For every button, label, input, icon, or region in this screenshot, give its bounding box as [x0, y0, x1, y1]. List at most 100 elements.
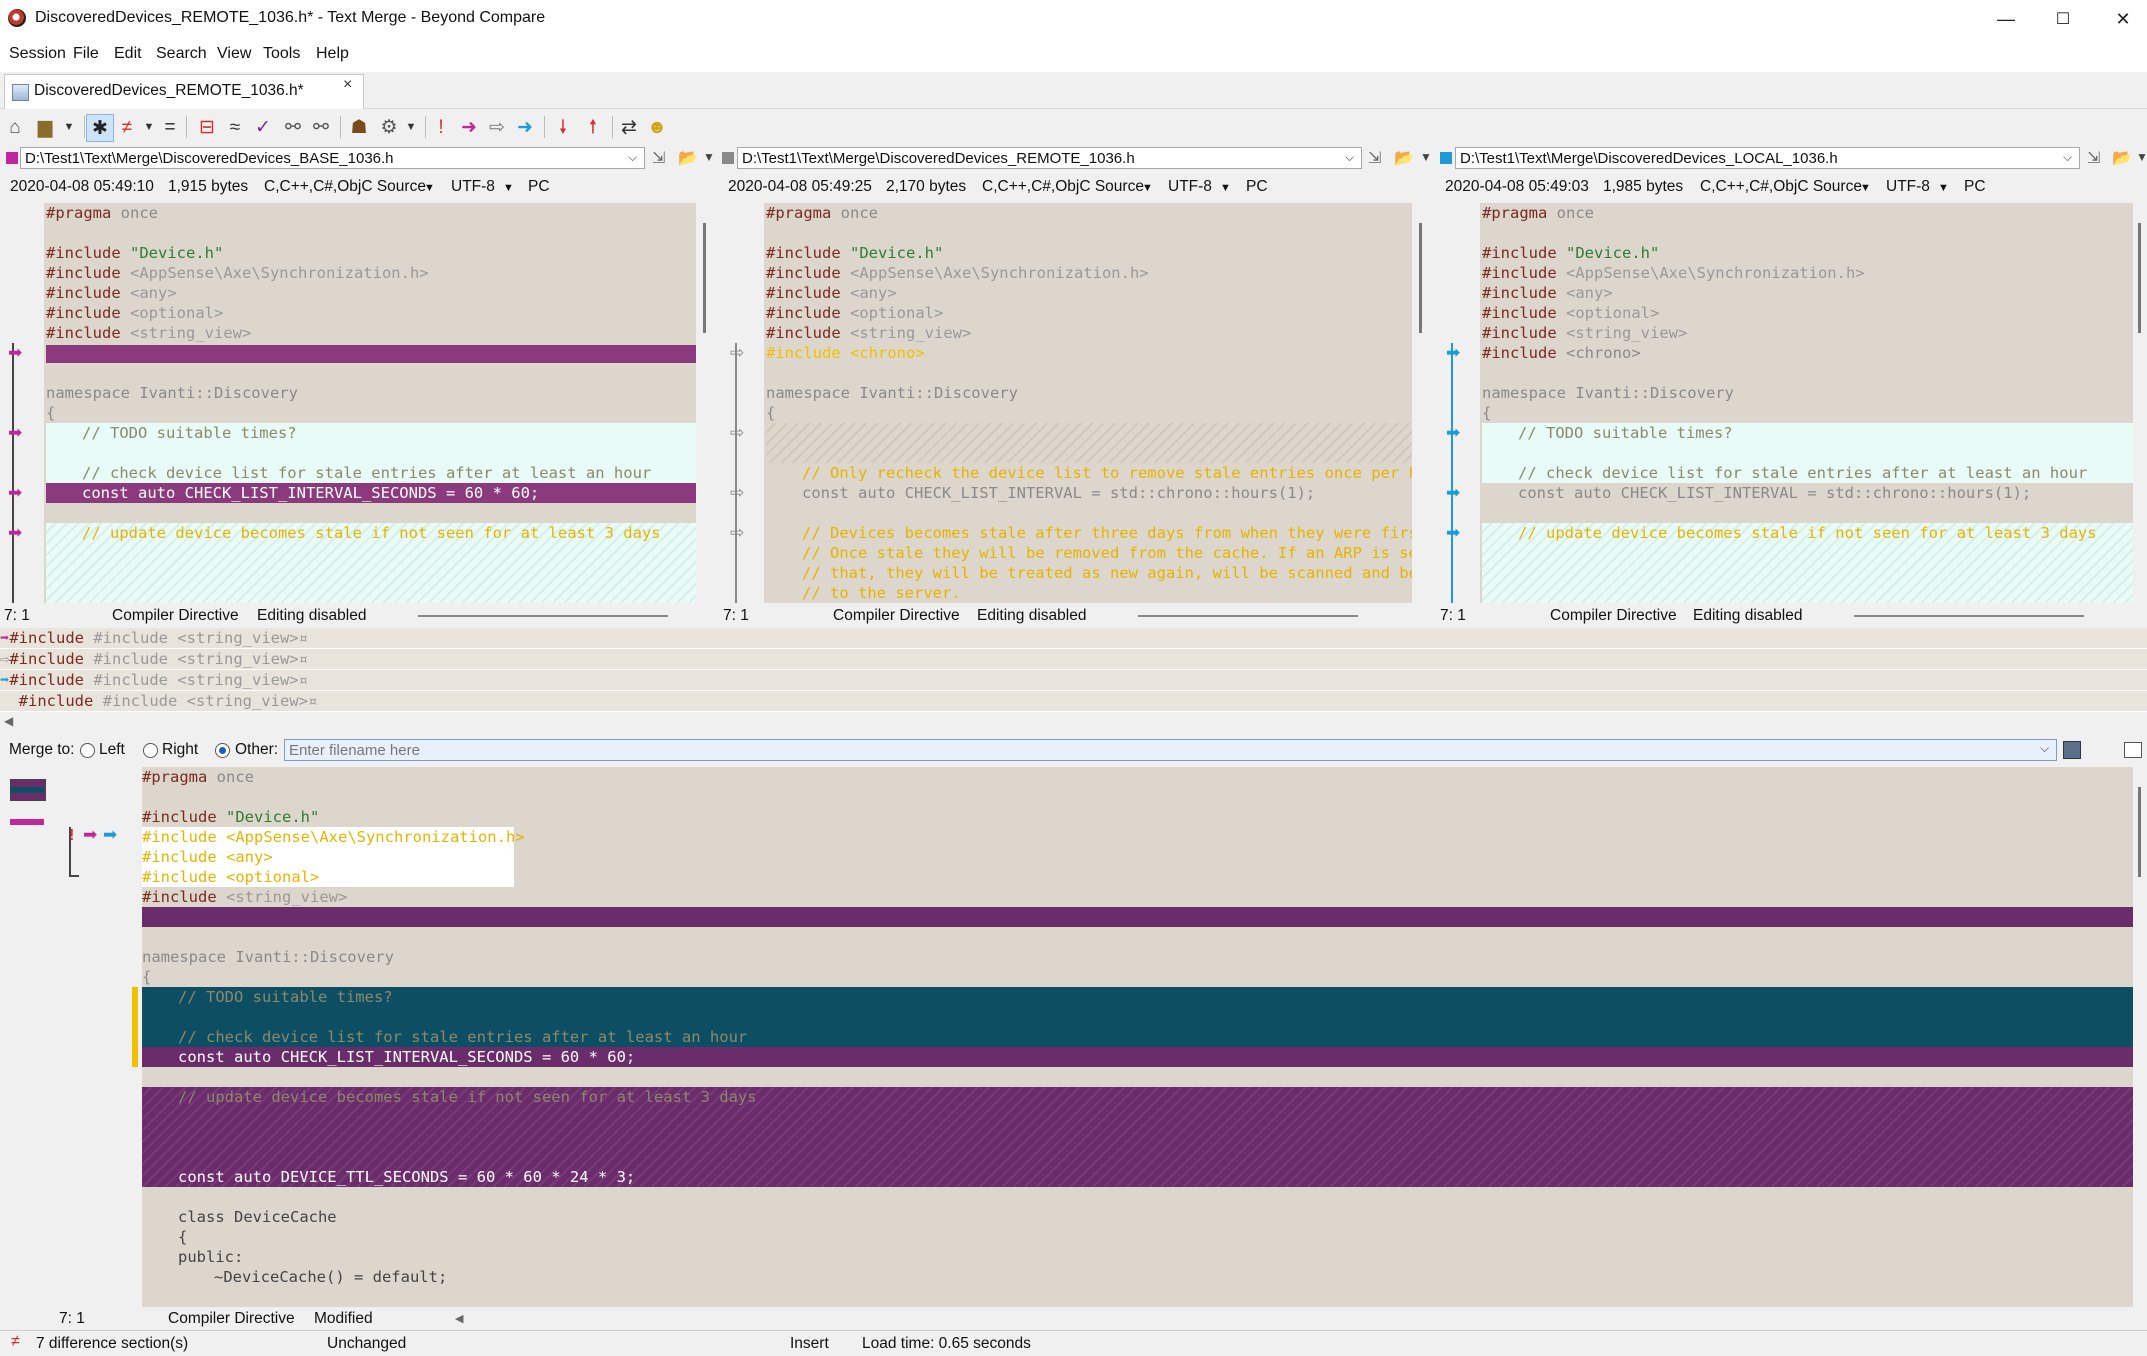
menu-session[interactable]: Session — [9, 45, 66, 63]
remote-pane[interactable]: #pragma once #include "Device.h" #includ… — [764, 203, 1412, 603]
base-encoding[interactable]: UTF-8 — [451, 178, 495, 196]
chevron-down-icon[interactable]: ▼ — [1420, 150, 1432, 164]
menu-view[interactable]: View — [217, 45, 251, 63]
rules-icon[interactable]: ✓ — [250, 114, 276, 140]
close-tab-button[interactable]: × — [343, 76, 352, 94]
chevron-down-icon[interactable]: ▼ — [1142, 182, 1153, 194]
take-left-icon[interactable]: ➜ — [456, 114, 482, 140]
merge-arrow-icon[interactable]: ⇨ — [730, 343, 744, 363]
merge-arrow-icon[interactable]: ➡ — [1446, 523, 1460, 543]
remote-status: 7: 1 Compiler Directive Editing disabled — [720, 603, 1436, 628]
chevron-down-icon[interactable]: ▼ — [703, 150, 715, 164]
local-pane[interactable]: #pragma once #include "Device.h" #includ… — [1480, 203, 2133, 603]
next-conflict-icon[interactable]: ! — [428, 114, 454, 140]
open-folder-icon[interactable]: 📂 — [678, 148, 698, 168]
take-left-icon[interactable]: ➡ — [83, 825, 97, 845]
insert-mode: Insert — [790, 1335, 829, 1352]
next-difference-section-icon[interactable]: ⊟ — [194, 114, 220, 140]
layout-toggle-icon[interactable] — [2124, 742, 2142, 758]
options-dropdown-icon[interactable]: ▼ — [398, 114, 424, 140]
base-lineend[interactable]: PC — [528, 178, 550, 196]
ignore-unimportant-icon[interactable]: ≈ — [222, 114, 248, 140]
merge-arrow-icon[interactable]: ➡ — [8, 523, 22, 543]
merge-right-radio[interactable] — [143, 743, 158, 758]
thumbnail-overview[interactable] — [0, 767, 58, 1307]
remote-path-field[interactable]: D:\Test1\Text\Merge\DiscoveredDevices_RE… — [737, 147, 1362, 169]
menu-edit[interactable]: Edit — [114, 45, 142, 63]
open-folder-icon[interactable]: 📂 — [2112, 148, 2132, 168]
menu-file[interactable]: File — [73, 45, 99, 63]
merge-arrow-icon[interactable]: ➡ — [8, 483, 22, 503]
local-timestamp: 2020-04-08 05:49:03 — [1445, 178, 1589, 195]
merge-arrow-icon[interactable]: ➡ — [8, 343, 22, 363]
merge-arrow-icon[interactable]: ➡ — [8, 423, 22, 443]
merge-filename-input[interactable]: Enter filename here — [284, 739, 2057, 761]
line-compare-scrollbar[interactable]: ◀ — [0, 712, 2147, 732]
remote-scrollbar[interactable] — [1412, 203, 1428, 603]
chevron-down-icon[interactable]: ▼ — [503, 182, 514, 194]
base-format[interactable]: C,C++,C#,ObjC Source — [264, 178, 426, 196]
open-folder-icon[interactable]: 📂 — [1394, 148, 1414, 168]
sessions-dropdown-icon[interactable]: ▼ — [56, 114, 82, 140]
history-icon[interactable]: ⇲ — [652, 148, 665, 168]
output-pane[interactable]: #pragma once #include "Device.h" #includ… — [142, 767, 2133, 1307]
remote-lineend[interactable]: PC — [1246, 178, 1268, 196]
remote-encoding[interactable]: UTF-8 — [1168, 178, 1212, 196]
merge-arrow-icon[interactable]: ⇨ — [730, 483, 744, 503]
previous-difference-icon[interactable]: 🠕 — [580, 114, 606, 140]
close-window-button[interactable]: ✕ — [2093, 0, 2147, 38]
history-icon[interactable]: ⇲ — [1368, 148, 1381, 168]
sessions-icon[interactable]: ▆ — [32, 114, 58, 140]
take-center-icon[interactable]: ⇨ — [484, 114, 510, 140]
chevron-down-icon[interactable]: ⌵ — [1345, 150, 1354, 165]
show-same-icon[interactable]: = — [157, 114, 183, 140]
merge-arrow-icon[interactable]: ⇨ — [730, 423, 744, 443]
take-right-icon[interactable]: ➜ — [512, 114, 538, 140]
toolbar-separator — [544, 116, 545, 138]
base-pane[interactable]: #pragma once #include "Device.h" #includ… — [44, 203, 696, 603]
unalign-icon[interactable]: ⚯ — [308, 114, 334, 140]
swap-icon[interactable]: ⇄ — [616, 114, 642, 140]
chevron-down-icon[interactable]: ▼ — [2136, 150, 2147, 164]
chevron-down-icon[interactable]: ⌵ — [628, 150, 637, 165]
line-compare-base: ➡#include #include <string_view>¤ — [0, 628, 2147, 648]
base-scrollbar[interactable] — [696, 203, 712, 603]
session-settings-icon[interactable]: ☗ — [346, 114, 372, 140]
home-icon[interactable]: ⌂ — [2, 114, 28, 140]
reload-icon[interactable]: ☻ — [644, 114, 670, 140]
chevron-down-icon[interactable]: ⌵ — [2040, 741, 2049, 756]
output-gutter: ! ➡ ➡ — [57, 767, 142, 1307]
merge-arrow-icon[interactable]: ⇨ — [730, 523, 744, 543]
chevron-down-icon[interactable]: ▼ — [1938, 182, 1949, 194]
menu-search[interactable]: Search — [156, 45, 207, 63]
chevron-down-icon[interactable]: ▼ — [1220, 182, 1231, 194]
history-icon[interactable]: ⇲ — [2087, 148, 2100, 168]
align-icon[interactable]: ⚯ — [280, 114, 306, 140]
merge-arrow-icon[interactable]: ➡ — [1446, 483, 1460, 503]
difference-count: 7 difference section(s) — [36, 1335, 189, 1352]
local-lineend[interactable]: PC — [1964, 178, 1986, 196]
local-path-field[interactable]: D:\Test1\Text\Merge\DiscoveredDevices_LO… — [1455, 147, 2080, 169]
chevron-down-icon[interactable]: ⌵ — [2063, 150, 2072, 165]
menu-help[interactable]: Help — [316, 45, 349, 63]
base-path-field[interactable]: D:\Test1\Text\Merge\DiscoveredDevices_BA… — [20, 147, 645, 169]
take-right-icon[interactable]: ➡ — [103, 825, 117, 845]
minimize-button[interactable]: — — [1976, 0, 2036, 38]
local-format[interactable]: C,C++,C#,ObjC Source — [1700, 178, 1862, 196]
show-all-icon[interactable]: ✱ — [86, 114, 114, 142]
chevron-down-icon[interactable]: ▼ — [1860, 182, 1871, 194]
chevron-down-icon[interactable]: ▼ — [424, 182, 435, 194]
local-encoding[interactable]: UTF-8 — [1886, 178, 1930, 196]
window-title: DiscoveredDevices_REMOTE_1036.h* - Text … — [35, 9, 546, 26]
maximize-button[interactable]: ☐ — [2033, 0, 2093, 38]
merge-other-radio[interactable] — [215, 743, 230, 758]
remote-format[interactable]: C,C++,C#,ObjC Source — [982, 178, 1144, 196]
next-difference-icon[interactable]: 🠗 — [550, 114, 576, 140]
save-icon[interactable] — [2063, 741, 2081, 759]
merge-arrow-icon[interactable]: ➡ — [1446, 423, 1460, 443]
merge-arrow-icon[interactable]: ➡ — [1446, 343, 1460, 363]
output-scrollbar[interactable] — [2133, 767, 2147, 1307]
local-scrollbar[interactable] — [2133, 203, 2147, 603]
menu-tools[interactable]: Tools — [263, 45, 300, 63]
merge-left-radio[interactable] — [80, 743, 95, 758]
